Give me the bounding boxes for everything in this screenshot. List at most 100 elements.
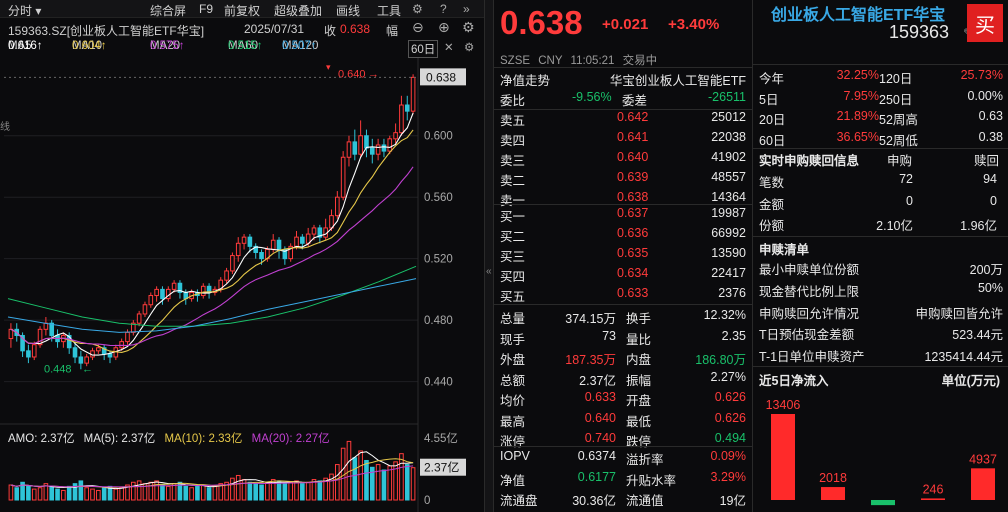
volume-bar	[14, 487, 20, 501]
collapse-arrow-icon[interactable]: «	[486, 266, 492, 277]
ask-price: 0.640	[617, 150, 649, 164]
ask-level-label: 卖四	[500, 134, 526, 148]
volume-bar	[317, 480, 323, 501]
stat-label: 内盘	[626, 353, 652, 367]
ask-row[interactable]: 卖二 0.639 48557	[500, 168, 746, 189]
etf-stat-label: 流通盘	[500, 494, 538, 508]
volume-bar	[96, 489, 101, 501]
buy-button[interactable]: 买	[967, 4, 1003, 42]
chart-info-line: 159363.SZ[创业板人工智能ETF华宝] 2025/07/31 收 0.6…	[0, 19, 484, 38]
question-icon[interactable]: ?	[440, 2, 447, 16]
nav-row[interactable]: 净值走势 华宝创业板人工智能ETF	[500, 68, 746, 89]
volume-bar	[37, 487, 43, 501]
amo-value: AMO: 2.37亿	[8, 433, 75, 445]
stat-label: 现手	[500, 332, 526, 347]
candle-body	[195, 291, 200, 297]
stat-label: 总额	[500, 373, 526, 388]
bid-row[interactable]: 买一 0.637 19987	[500, 204, 746, 225]
redemption-list-label: T日预估现金差额	[759, 328, 855, 343]
volume-bar	[148, 481, 154, 501]
perf-row: 今年 32.25% 120日 25.73%	[759, 66, 1003, 87]
etf-stat-label: 升贴水率	[626, 473, 677, 488]
ma-close-icon[interactable]: ✕	[444, 40, 454, 54]
candle-body	[235, 242, 241, 257]
ask-row[interactable]: 卖三 0.640 41902	[500, 148, 746, 169]
candle-body	[352, 141, 358, 155]
toolbar-item-overlay[interactable]: 超级叠加	[274, 2, 322, 19]
period-selector[interactable]: 分时 ▾	[8, 2, 41, 19]
etf-stat-row: 流通盘 30.36亿 流通值 19亿	[500, 488, 746, 509]
volume-bar	[265, 481, 270, 501]
amo-ma5: MA(5): 2.37亿	[83, 433, 156, 445]
redemption-list-label: 最小申赎单位份额	[759, 263, 860, 277]
candle-body	[37, 328, 43, 346]
stat-label: 换手	[626, 312, 652, 326]
stat-value: 0.640	[584, 410, 616, 425]
perf-value: 21.89%	[836, 109, 879, 123]
candle-body	[358, 135, 363, 155]
stat-value: 12.32%	[703, 308, 746, 322]
candle-body	[189, 291, 194, 300]
settings-icon[interactable]: ⚙	[462, 19, 475, 36]
candle-body	[84, 356, 89, 364]
toolbar-item-f9[interactable]: F9	[199, 2, 213, 16]
volume-bar	[300, 483, 305, 501]
bid-level-label: 买一	[500, 210, 526, 224]
candle-body	[177, 282, 183, 293]
gear-icon[interactable]: ⚙	[412, 2, 423, 16]
volume-bar	[206, 487, 212, 501]
candle-body	[200, 285, 206, 297]
candle-body	[160, 288, 165, 300]
price-change-pct: +3.40%	[668, 16, 720, 33]
candle-body	[375, 144, 381, 155]
volume-bar	[136, 480, 142, 501]
net-inflow-chart: 13406 2018 246 4937	[766, 398, 997, 506]
y-tick-label: 0.560	[424, 192, 453, 204]
amo-ma20: MA(20): 2.27亿	[251, 433, 330, 445]
trading-status: 交易中	[622, 55, 658, 67]
stat-value: 0.626	[714, 390, 746, 404]
toolbar-item-composite[interactable]: 综合屏	[150, 2, 186, 19]
panel-divider[interactable]: «	[484, 0, 494, 512]
plus-icon[interactable]: ⊕	[438, 19, 450, 36]
volume-bar	[43, 483, 49, 501]
ma10-line	[10, 129, 414, 353]
weibi-label: 委比	[500, 94, 526, 108]
toolbar-item-tools[interactable]: 工具	[377, 2, 401, 19]
candle-body	[369, 147, 375, 155]
y-tick-label: 0.440	[424, 377, 453, 389]
kline-chart-panel[interactable]: 分时 ▾ 综合屏 F9 前复权 超级叠加 画线 工具 ⚙ ? » 159363.…	[0, 0, 484, 512]
stat-value: 0.740	[584, 431, 616, 445]
toolbar-item-draw[interactable]: 画线	[336, 2, 360, 19]
redemption-list-row: T日预估现金差额 523.44元	[759, 322, 1003, 343]
ma-settings-icon[interactable]: ⚙	[464, 40, 474, 54]
volume-bar	[224, 481, 229, 501]
ask-price: 0.641	[617, 130, 649, 144]
weicha-value: -26511	[708, 90, 746, 104]
candle-body	[8, 328, 14, 340]
bid-level-label: 买三	[500, 250, 526, 264]
double-chevron-icon[interactable]: »	[463, 2, 470, 16]
volume-ma20-line	[10, 465, 414, 488]
chart-toolbar: 分时 ▾ 综合屏 F9 前复权 超级叠加 画线 工具 ⚙ ? »	[0, 0, 484, 18]
y-tick-label: 0.600	[424, 131, 453, 143]
minus-icon[interactable]: ⊖	[412, 19, 424, 36]
bid-row[interactable]: 买二 0.636 66992	[500, 224, 746, 245]
volume-bar	[335, 464, 340, 501]
ask-row[interactable]: 卖五 0.642 25012	[500, 108, 746, 129]
volume-bar	[288, 481, 293, 501]
bid-row[interactable]: 买三 0.635 13590	[500, 244, 746, 265]
redemption-list-row: T-1日单位申赎资产 1235414.44元	[759, 344, 1003, 365]
bid-row[interactable]: 买四 0.634 22417	[500, 264, 746, 285]
etf-info-panel: 创业板人工智能ETF华宝 159363 ✎ + ⋮ 今年32.25%120日25…	[752, 0, 1008, 512]
candle-body	[335, 196, 340, 217]
bid-row[interactable]: 买五 0.633 2376	[500, 284, 746, 305]
ask-row[interactable]: 卖四 0.641 22038	[500, 128, 746, 149]
subscription-row: 金额 0 0	[759, 192, 1003, 213]
weicha-label: 委差	[622, 94, 648, 108]
candle-body	[317, 227, 323, 238]
toolbar-item-adjust[interactable]: 前复权	[224, 2, 260, 19]
ma-period-selector[interactable]: 60日	[408, 40, 439, 58]
net-inflow-title: 近5日净流入	[759, 374, 829, 388]
candle-body	[329, 215, 334, 229]
